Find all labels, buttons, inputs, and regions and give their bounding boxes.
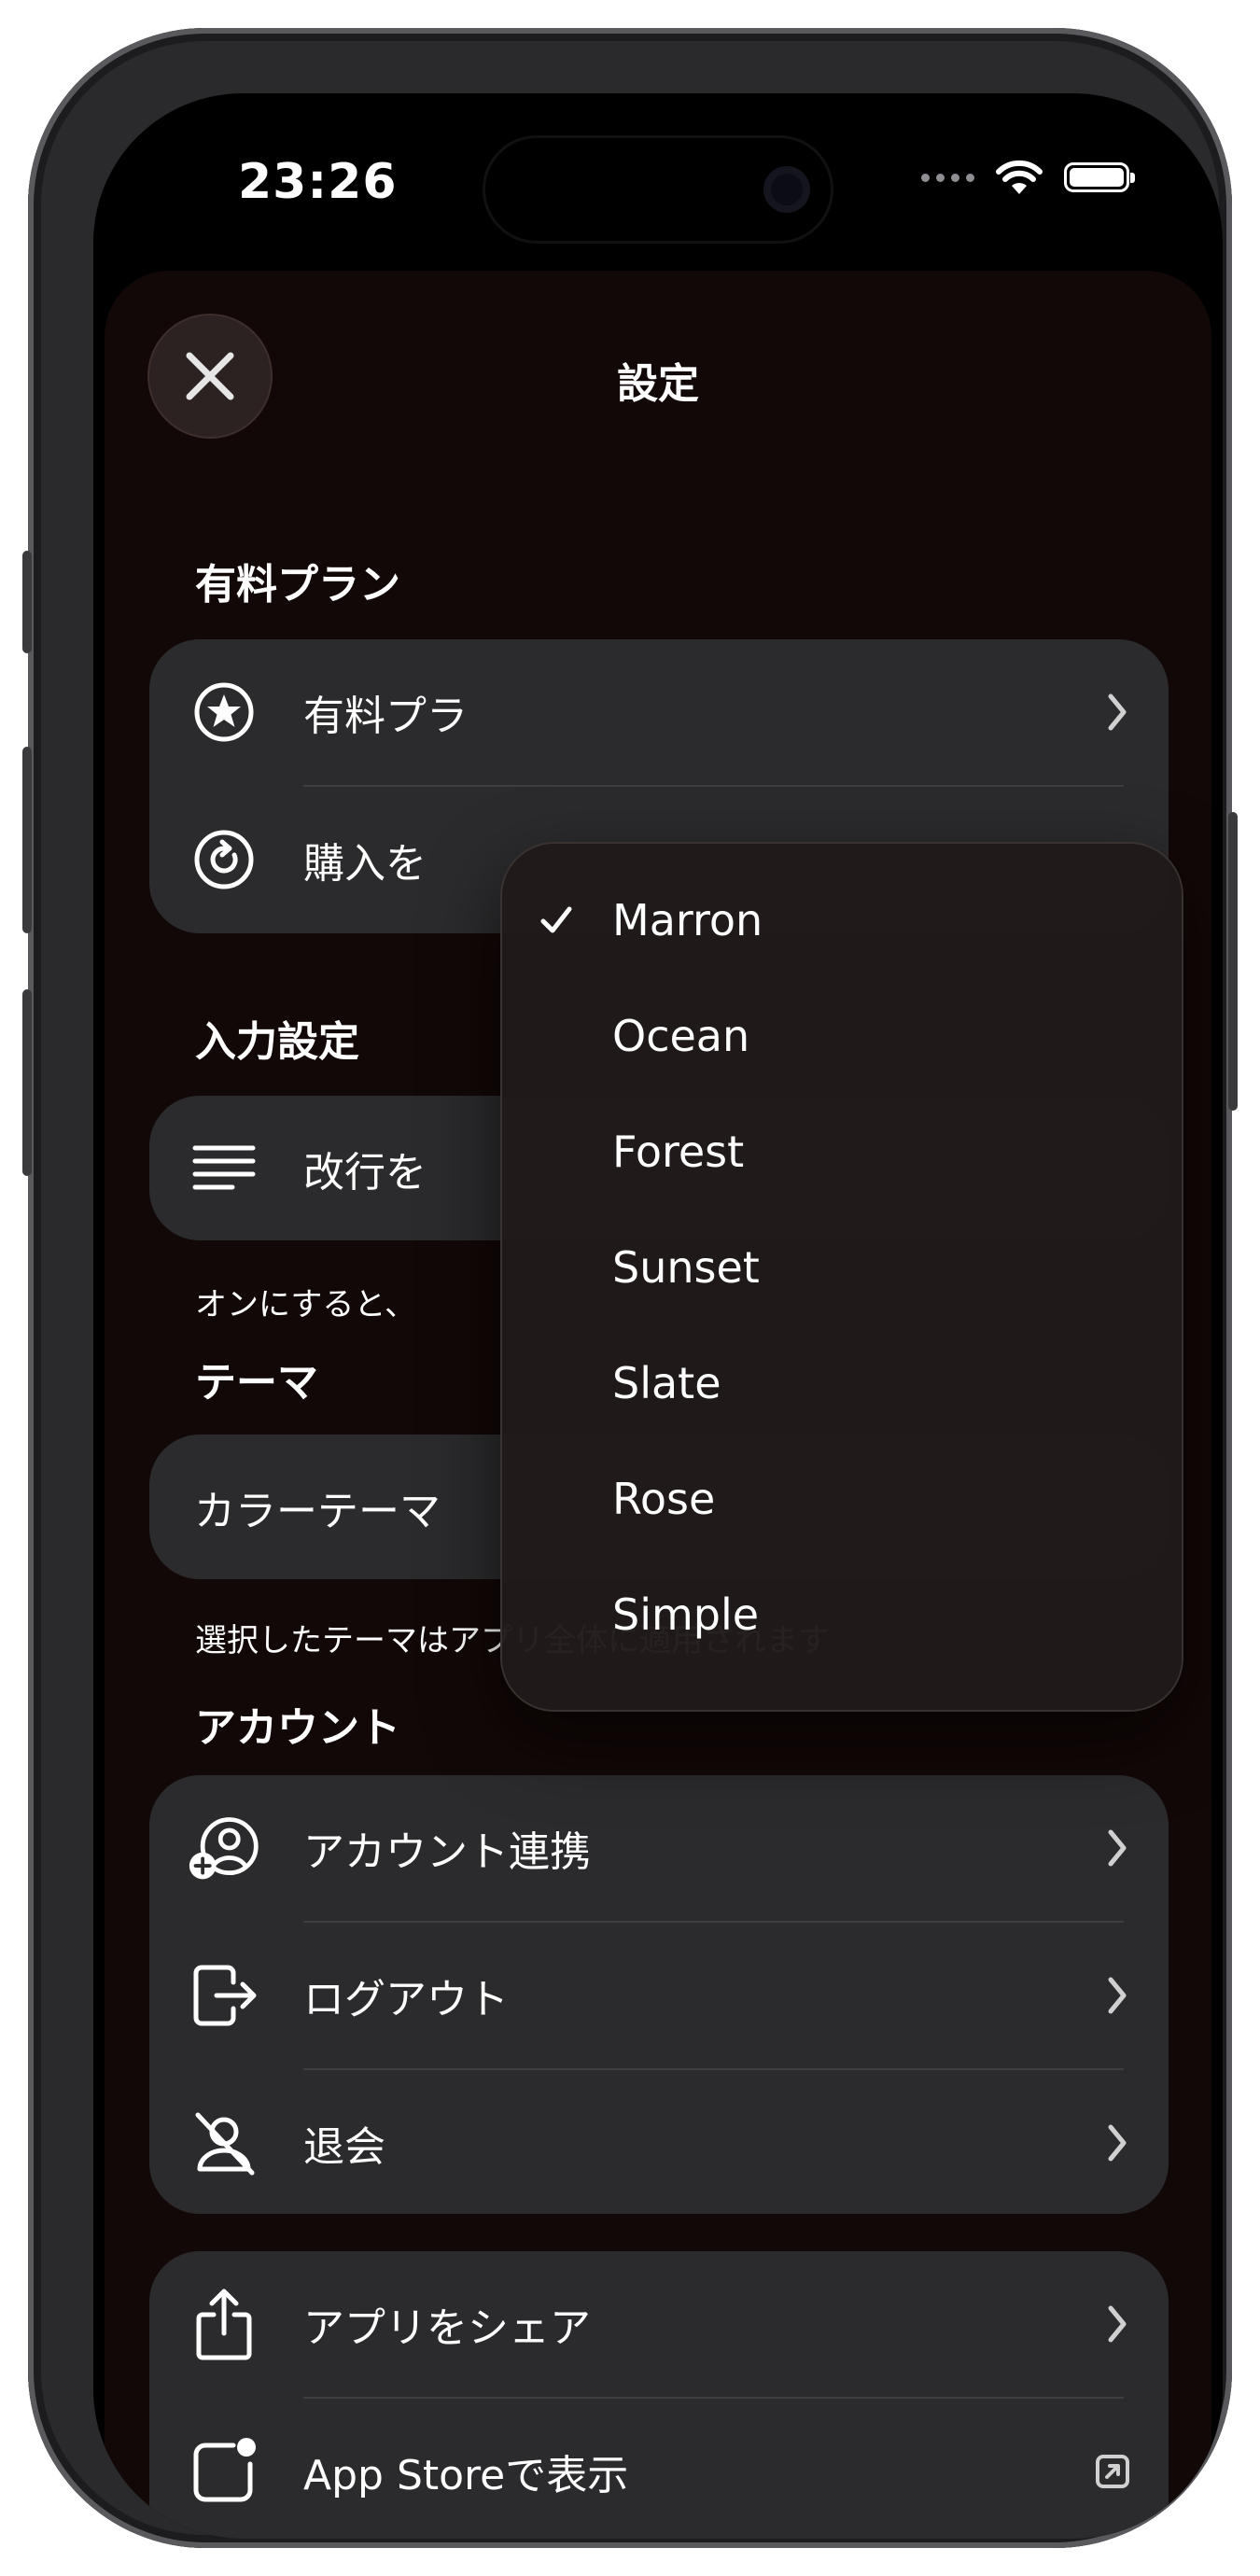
app-group: アプリをシェア App Storeで表示	[149, 2251, 1169, 2539]
dynamic-island	[485, 138, 831, 241]
share-icon	[187, 2287, 261, 2361]
row-label: カラーテーマ	[194, 1487, 441, 1535]
chevron-right-icon	[1108, 2124, 1127, 2161]
cellular-signal-icon	[921, 173, 974, 182]
status-bar: 23:26	[93, 93, 1223, 280]
theme-option-label: Forest	[612, 1127, 745, 1177]
input-footnote: オンにすると、	[195, 1286, 416, 1323]
app-badge-icon	[187, 2434, 261, 2509]
theme-option-simple[interactable]: Simple	[502, 1557, 1182, 1673]
theme-option-label: Marron	[612, 895, 763, 945]
logout-row[interactable]: ログアウト	[149, 1923, 1169, 2067]
battery-icon	[1064, 162, 1135, 192]
theme-option-label: Sunset	[612, 1242, 760, 1293]
app-store-row[interactable]: App Storeで表示	[149, 2399, 1169, 2539]
theme-option-marron[interactable]: Marron	[502, 862, 1182, 978]
row-label: 退会	[303, 2122, 385, 2171]
row-label: 購入を	[303, 839, 427, 888]
phone-frame: 23:26 設定 有料プラン 有料プラ 購入を 入力設定 改行を オンにすると、…	[22, 28, 1238, 2548]
screen: 23:26 設定 有料プラン 有料プラ 購入を 入力設定 改行を オンにすると、…	[93, 93, 1223, 2539]
chevron-right-icon	[1108, 1829, 1127, 1866]
chevron-right-icon	[1108, 1977, 1127, 2013]
theme-option-slate[interactable]: Slate	[502, 1325, 1182, 1441]
status-time: 23:26	[238, 154, 398, 210]
section-title-theme: テーマ	[195, 1359, 318, 1407]
theme-dropdown-menu: Marron Ocean Forest Sunset Slate Rose Si…	[502, 844, 1182, 1710]
theme-option-label: Ocean	[612, 1011, 750, 1061]
theme-option-ocean[interactable]: Ocean	[502, 978, 1182, 1094]
row-label: ログアウト	[303, 1975, 509, 2023]
logout-icon	[187, 1958, 261, 2033]
section-title-premium: 有料プラン	[195, 561, 400, 609]
person-slash-icon	[187, 2106, 261, 2180]
camera-icon	[763, 166, 810, 213]
chevron-right-icon	[1108, 2305, 1127, 2342]
row-label: 有料プラ	[303, 692, 468, 740]
volume-down-button	[22, 989, 32, 1176]
side-button	[1228, 812, 1238, 1111]
page-title: 設定	[617, 360, 699, 408]
account-link-row[interactable]: アカウント連携	[149, 1775, 1169, 1920]
theme-option-label: Rose	[612, 1474, 716, 1524]
restore-icon	[187, 822, 261, 897]
theme-option-rose[interactable]: Rose	[502, 1441, 1182, 1557]
external-link-icon	[1096, 2454, 1129, 2488]
theme-option-label: Slate	[612, 1358, 721, 1408]
section-title-account: アカウント	[195, 1704, 400, 1752]
person-add-icon	[187, 1811, 261, 1885]
theme-option-label: Simple	[612, 1589, 760, 1640]
theme-option-forest[interactable]: Forest	[502, 1094, 1182, 1210]
premium-plan-row[interactable]: 有料プラ	[149, 639, 1169, 784]
checkmark-icon	[540, 906, 572, 933]
chevron-right-icon	[1108, 693, 1127, 730]
section-title-input: 入力設定	[195, 1018, 359, 1066]
settings-sheet: 設定 有料プラン 有料プラ 購入を 入力設定 改行を オンにすると、 テーマ カ…	[105, 271, 1211, 2539]
row-label: App Storeで表示	[303, 2451, 629, 2499]
wifi-icon	[996, 160, 1043, 194]
text-lines-icon	[187, 1131, 261, 1206]
action-button	[22, 551, 32, 653]
account-group: アカウント連携 ログアウト 退会	[149, 1775, 1169, 2214]
delete-account-row[interactable]: 退会	[149, 2070, 1169, 2215]
share-app-row[interactable]: アプリをシェア	[149, 2251, 1169, 2396]
row-label: アカウント連携	[303, 1827, 591, 1876]
theme-option-sunset[interactable]: Sunset	[502, 1210, 1182, 1325]
volume-up-button	[22, 747, 32, 933]
status-icons	[921, 159, 1135, 196]
row-label: 改行を	[303, 1148, 427, 1197]
row-label: アプリをシェア	[303, 2303, 591, 2352]
star-circle-icon	[187, 675, 261, 749]
